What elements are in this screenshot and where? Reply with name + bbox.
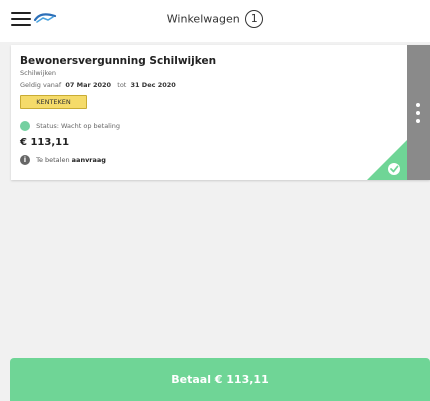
valid-mid: tot <box>117 81 127 89</box>
request-link[interactable]: aanvraag <box>72 156 106 164</box>
permit-area: Schilwijken <box>20 69 57 77</box>
pay-button[interactable]: Betaal € 113,11 <box>10 358 430 401</box>
permit-validity: Geldig vanaf 07 Mar 2020 tot 31 Dec 2020 <box>20 81 176 89</box>
checkmark-icon <box>367 140 407 180</box>
status-text: Status: Wacht op betaling <box>36 122 121 130</box>
permit-card[interactable]: Bewonersvergunning Schilwijken Schilwijk… <box>11 45 430 180</box>
app-header: Winkelwagen 1 <box>0 0 430 42</box>
card-options-panel[interactable] <box>407 45 430 180</box>
license-plate-button[interactable]: KENTEKEN <box>20 95 87 109</box>
payment-status: Status: Wacht op betaling <box>20 121 120 131</box>
cart-title: Winkelwagen <box>166 12 240 26</box>
kebab-menu-icon[interactable] <box>416 103 421 123</box>
pay-prefix: Te betalen <box>36 156 70 164</box>
permit-title: Bewonersvergunning Schilwijken <box>20 55 217 67</box>
valid-to-date: 31 Dec 2020 <box>130 81 176 89</box>
info-icon: i <box>20 155 30 165</box>
payment-info: i Te betalen aanvraag <box>20 155 106 165</box>
permit-price: € 113,11 <box>20 137 70 148</box>
status-dot-icon <box>20 121 30 131</box>
valid-prefix: Geldig vanaf <box>20 81 62 89</box>
cart-count-badge: 1 <box>245 10 264 28</box>
valid-from-date: 07 Mar 2020 <box>65 81 112 89</box>
cart-header[interactable]: Winkelwagen 1 <box>0 10 430 28</box>
